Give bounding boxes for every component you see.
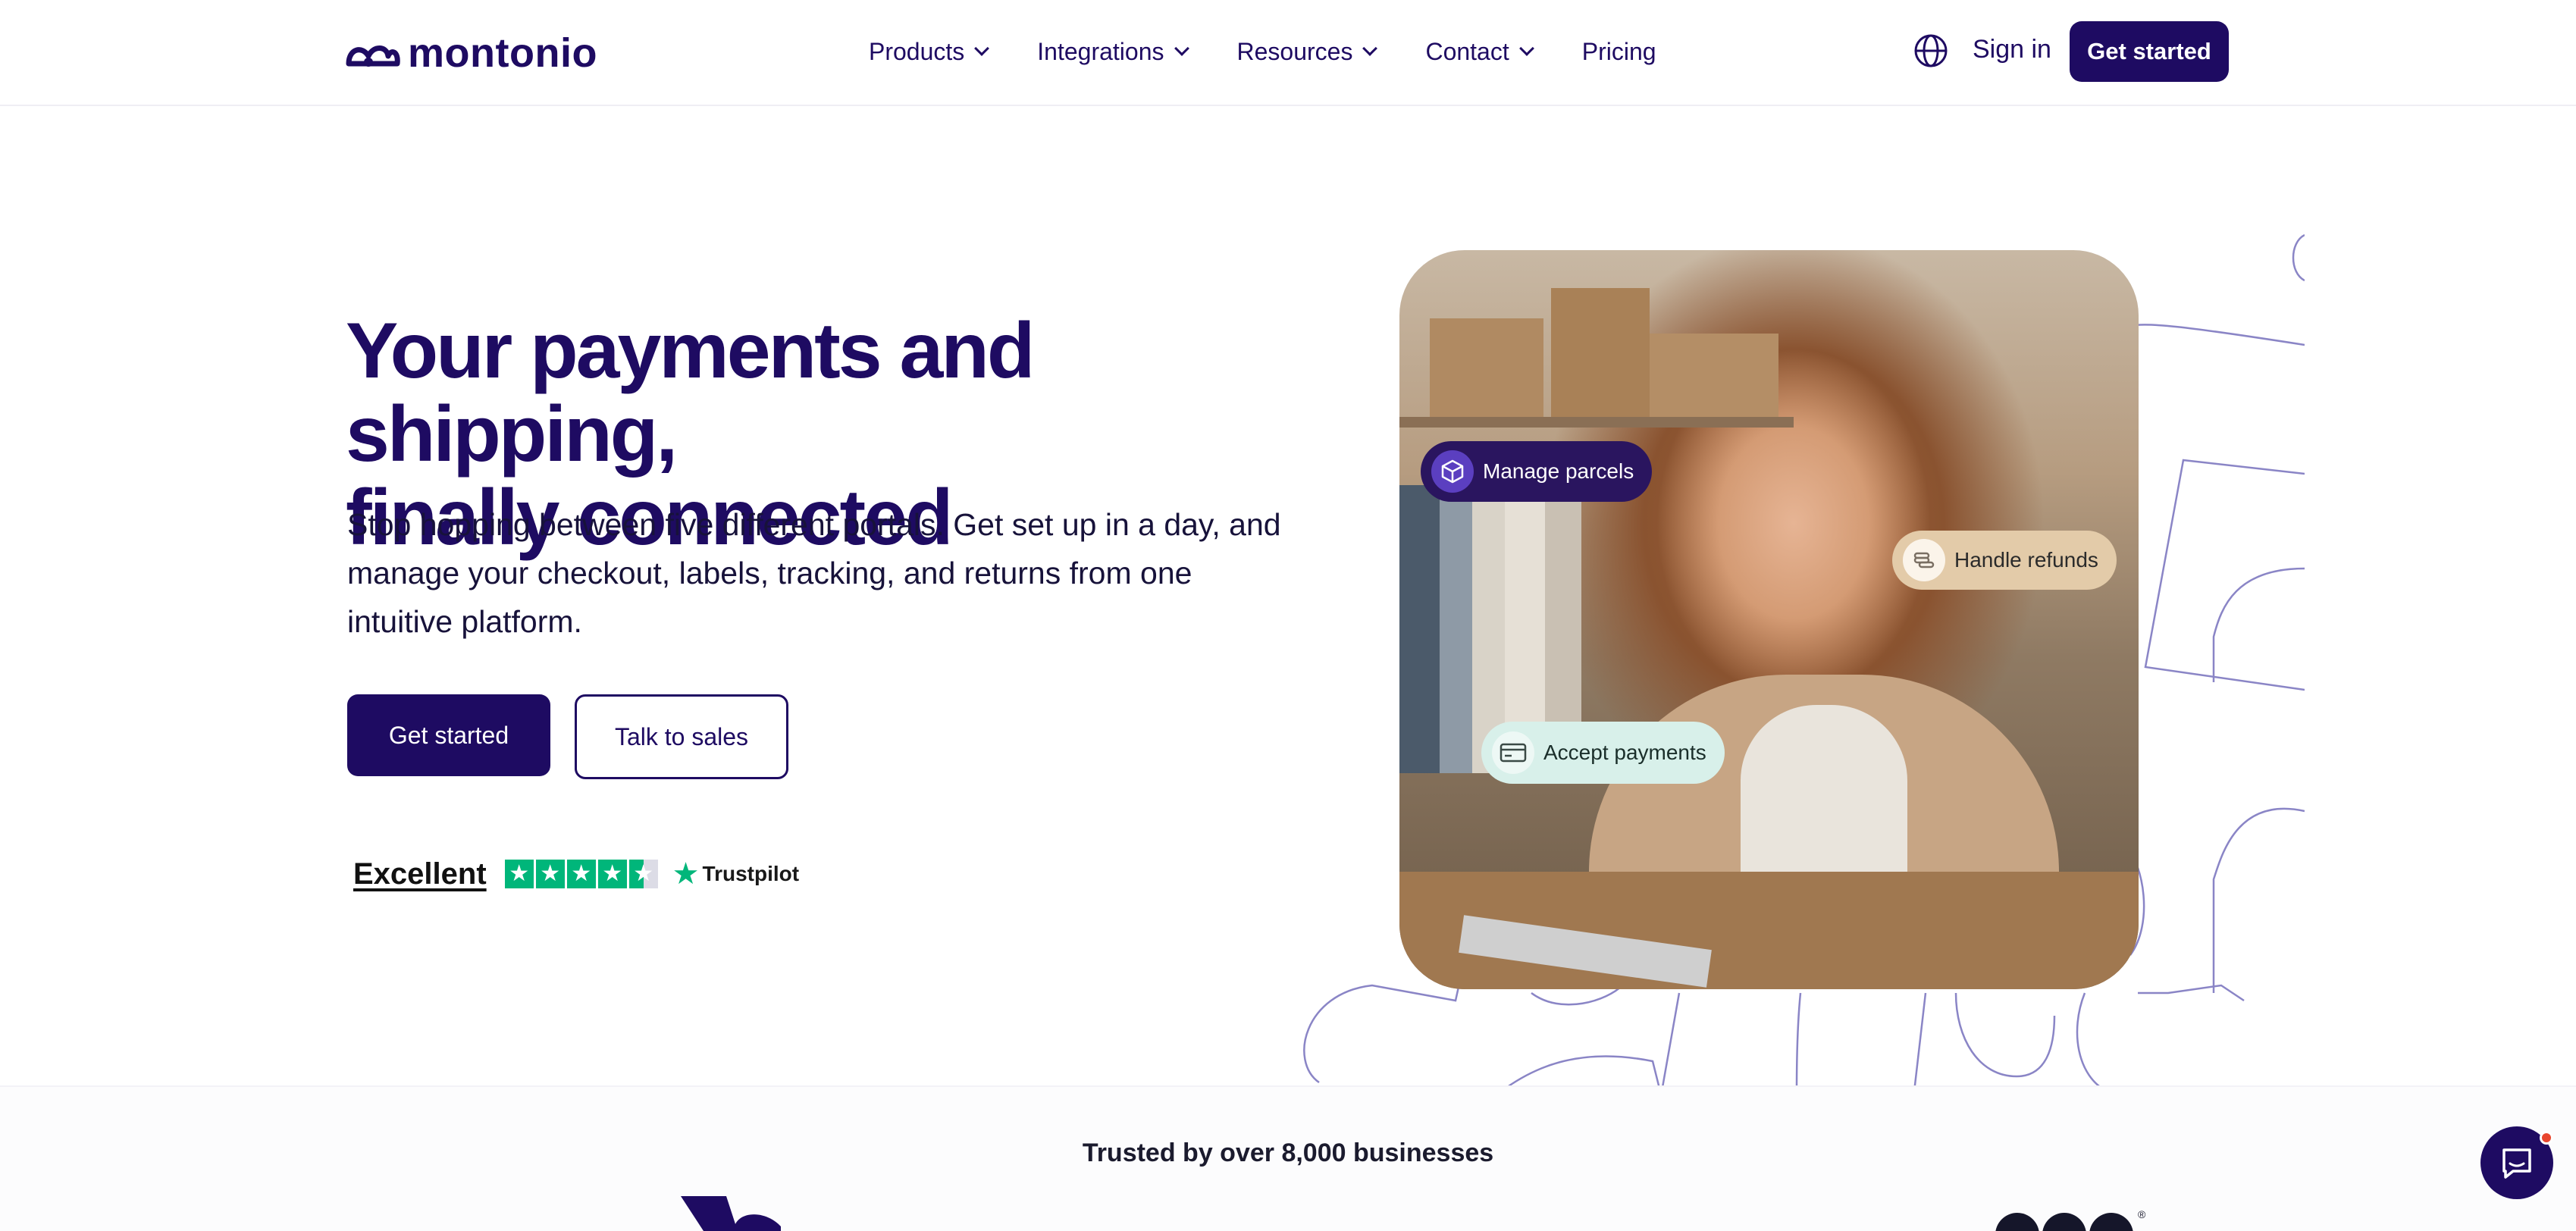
- sign-in-link[interactable]: Sign in: [1973, 35, 2051, 64]
- half-star-icon: ★: [628, 860, 658, 888]
- nav-integrations-label: Integrations: [1037, 37, 1164, 65]
- star-icon: ★: [535, 860, 565, 888]
- trustpilot-logo: ★ Trustpilot: [672, 857, 799, 891]
- coins-icon: [1903, 539, 1945, 581]
- trustpilot-rating[interactable]: Excellent ★ ★ ★ ★ ★ ★ Trustpilot: [353, 855, 799, 893]
- star-icon: ★: [504, 860, 534, 888]
- nav-resources[interactable]: Resources: [1236, 37, 1378, 66]
- logo-text: montonio: [408, 30, 597, 76]
- rating-label: Excellent: [353, 857, 487, 891]
- credit-card-icon: [1492, 731, 1534, 774]
- nav-integrations[interactable]: Integrations: [1037, 37, 1189, 66]
- logo-mark-icon: [346, 45, 400, 67]
- talk-to-sales-button[interactable]: Talk to sales: [575, 694, 788, 779]
- handle-refunds-label: Handle refunds: [1954, 548, 2098, 572]
- montonio-logo[interactable]: montonio: [346, 29, 597, 77]
- nav-pricing-label: Pricing: [1581, 37, 1656, 65]
- trustpilot-star-icon: ★: [672, 857, 700, 891]
- site-header: montonio Products Integrations Resources…: [0, 0, 2576, 106]
- nav-products-label: Products: [869, 37, 965, 65]
- trustpilot-name: Trustpilot: [702, 862, 800, 885]
- manage-parcels-badge: Manage parcels: [1421, 441, 1653, 502]
- chat-icon: [2502, 1148, 2531, 1179]
- accept-payments-label: Accept payments: [1543, 741, 1706, 764]
- main-nav: Products Integrations Resources Contact …: [869, 30, 1706, 73]
- parcel-box-icon: [1431, 450, 1474, 493]
- nav-products[interactable]: Products: [869, 37, 990, 66]
- accept-payments-badge: Accept payments: [1481, 722, 1725, 784]
- rating-stars: ★ ★ ★ ★ ★: [504, 860, 660, 888]
- nav-contact-label: Contact: [1425, 37, 1509, 65]
- chevron-down-icon: [974, 41, 990, 56]
- chevron-down-icon: [1518, 41, 1534, 56]
- chevron-down-icon: [1174, 41, 1189, 56]
- hero-title-line1: Your payments and shipping,: [346, 307, 1035, 478]
- partner-logo-left: [681, 1196, 781, 1231]
- nav-resources-label: Resources: [1236, 37, 1353, 65]
- star-icon: ★: [597, 860, 627, 888]
- handle-refunds-badge: Handle refunds: [1892, 531, 2117, 590]
- chevron-down-icon: [1362, 41, 1378, 56]
- globe-icon[interactable]: [1913, 33, 1948, 68]
- get-started-button[interactable]: Get started: [347, 694, 550, 776]
- nav-pricing[interactable]: Pricing: [1582, 38, 1656, 66]
- star-icon: ★: [566, 860, 596, 888]
- hero-photo: [1399, 250, 2139, 989]
- trusted-heading: Trusted by over 8,000 businesses: [1082, 1139, 1494, 1167]
- header-get-started-button[interactable]: Get started: [2070, 21, 2229, 82]
- chat-notification-dot: [2540, 1131, 2553, 1145]
- partner-logo-right: ®: [1995, 1208, 2145, 1231]
- manage-parcels-label: Manage parcels: [1483, 459, 1634, 483]
- nav-contact[interactable]: Contact: [1425, 37, 1534, 66]
